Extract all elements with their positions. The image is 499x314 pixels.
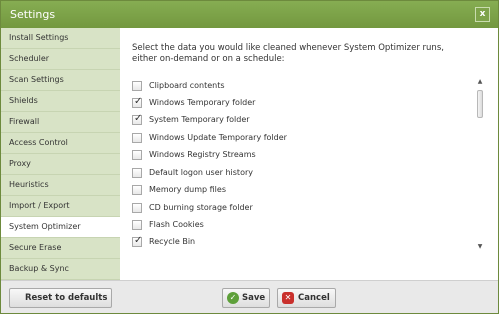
option-label: System Temporary folder (149, 115, 250, 124)
scrollbar-thumb[interactable] (477, 90, 483, 118)
option-windows-update-temporary-folder[interactable]: ✓ Windows Update Temporary folder (132, 132, 432, 145)
system-optimizer-panel: Select the data you would like cleaned w… (120, 28, 498, 280)
close-button[interactable]: x (475, 7, 490, 22)
sidebar-item-label: Scan Settings (9, 75, 64, 84)
sidebar-item-label: Heuristics (9, 180, 49, 189)
checkbox[interactable]: ✓ (132, 185, 142, 195)
option-flash-cookies[interactable]: ✓ Flash Cookies (132, 219, 432, 232)
settings-sidebar: Install Settings Scheduler Scan Settings… (1, 28, 121, 280)
title-bar: Settings x (1, 1, 498, 28)
ok-icon: ✓ (227, 292, 239, 304)
save-button[interactable]: ✓ Save (222, 288, 270, 308)
dialog-footer: Reset to defaults ✓ Save ✕ Cancel (1, 280, 498, 313)
option-label: CD burning storage folder (149, 203, 253, 212)
option-label: Windows Temporary folder (149, 98, 256, 107)
save-button-label: Save (242, 293, 266, 303)
sidebar-item-import-export[interactable]: Import / Export (1, 196, 120, 217)
options-scrollbar[interactable]: ▲ ▼ (475, 77, 485, 251)
sidebar-item-proxy[interactable]: Proxy (1, 154, 120, 175)
sidebar-item-scheduler[interactable]: Scheduler (1, 49, 120, 70)
sidebar-item-label: System Optimizer (9, 222, 81, 231)
chevron-up-icon[interactable]: ▲ (475, 77, 485, 86)
checkbox[interactable]: ✓ (132, 81, 142, 91)
option-label: Default logon user history (149, 168, 253, 177)
reset-to-defaults-button[interactable]: Reset to defaults (9, 288, 112, 308)
option-system-temporary-folder[interactable]: ✓ System Temporary folder (132, 113, 432, 127)
sidebar-item-label: Secure Erase (9, 243, 62, 252)
option-clipboard-contents[interactable]: ✓ Clipboard contents (132, 80, 432, 93)
sidebar-item-label: Import / Export (9, 201, 70, 210)
reset-button-label: Reset to defaults (25, 293, 108, 303)
intro-text: Select the data you would like cleaned w… (132, 43, 444, 64)
checkbox[interactable]: ✓ (132, 133, 142, 143)
sidebar-item-label: Scheduler (9, 54, 50, 63)
sidebar-item-label: Backup & Sync (9, 264, 69, 273)
sidebar-item-scan-settings[interactable]: Scan Settings (1, 70, 120, 91)
sidebar-item-label: Proxy (9, 159, 31, 168)
option-cd-burning-storage-folder[interactable]: ✓ CD burning storage folder (132, 202, 432, 215)
sidebar-item-install-settings[interactable]: Install Settings (1, 28, 120, 49)
option-recycle-bin[interactable]: ✓ Recycle Bin (132, 235, 432, 249)
sidebar-item-label: Install Settings (9, 33, 69, 42)
option-label: Windows Registry Streams (149, 150, 256, 159)
sidebar-item-secure-erase[interactable]: Secure Erase (1, 238, 120, 259)
checkbox[interactable]: ✓ (132, 203, 142, 213)
check-icon: ✓ (134, 96, 143, 107)
cancel-button-label: Cancel (298, 293, 330, 303)
option-label: Memory dump files (149, 185, 226, 194)
checkbox[interactable]: ✓ (132, 96, 143, 108)
sidebar-item-access-control[interactable]: Access Control (1, 133, 120, 154)
cancel-button[interactable]: ✕ Cancel (277, 288, 336, 308)
cancel-icon: ✕ (282, 292, 294, 304)
checkbox[interactable]: ✓ (132, 150, 142, 160)
window-title: Settings (10, 8, 56, 21)
sidebar-item-label: Shields (9, 96, 38, 105)
option-windows-temporary-folder[interactable]: ✓ Windows Temporary folder (132, 96, 432, 110)
option-label: Clipboard contents (149, 81, 225, 90)
option-label: Flash Cookies (149, 220, 204, 229)
check-icon: ✓ (134, 113, 143, 124)
settings-window: Settings x Install Settings Scheduler Sc… (0, 0, 499, 314)
sidebar-item-label: Access Control (9, 138, 68, 147)
option-label: Recycle Bin (149, 237, 196, 246)
sidebar-item-shields[interactable]: Shields (1, 91, 120, 112)
checkbox[interactable]: ✓ (132, 168, 142, 178)
option-label: Windows Update Temporary folder (149, 133, 287, 142)
sidebar-item-system-optimizer[interactable]: System Optimizer (1, 217, 121, 238)
sidebar-item-heuristics[interactable]: Heuristics (1, 175, 120, 196)
checkbox[interactable]: ✓ (132, 220, 142, 230)
chevron-down-icon[interactable]: ▼ (475, 242, 485, 251)
option-windows-registry-streams[interactable]: ✓ Windows Registry Streams (132, 149, 432, 162)
check-icon: ✓ (134, 235, 143, 246)
option-default-logon-user-history[interactable]: ✓ Default logon user history (132, 167, 432, 180)
sidebar-item-label: Firewall (9, 117, 40, 126)
scrollbar-track[interactable] (477, 87, 483, 241)
sidebar-item-firewall[interactable]: Firewall (1, 112, 120, 133)
checkbox[interactable]: ✓ (132, 113, 143, 125)
option-memory-dump-files[interactable]: ✓ Memory dump files (132, 184, 432, 197)
sidebar-item-backup-sync[interactable]: Backup & Sync (1, 259, 120, 280)
checkbox[interactable]: ✓ (132, 235, 143, 247)
